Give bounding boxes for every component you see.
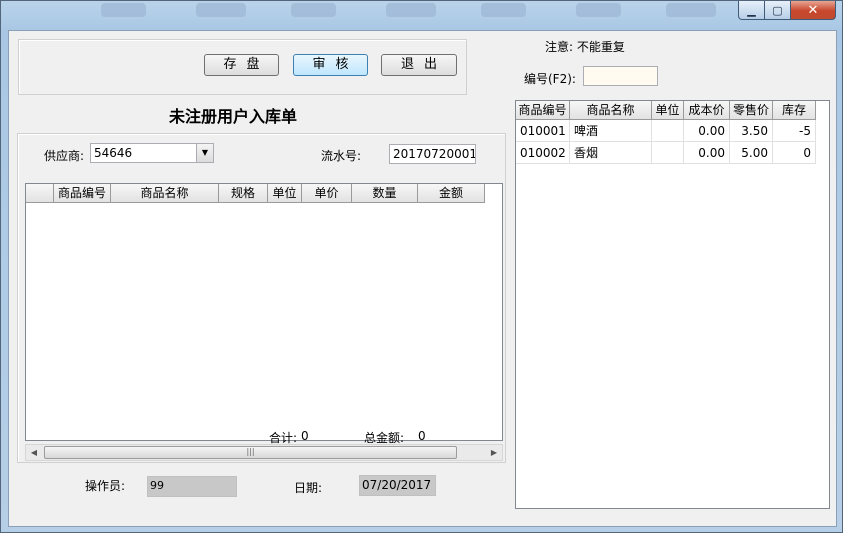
product-retail-cell: 3.50 (730, 120, 773, 142)
serial-label: 流水号: (321, 149, 362, 163)
product-retail-cell: 5.00 (730, 142, 773, 164)
entry-col-header[interactable]: 规格 (219, 184, 268, 203)
titlebar-blur (386, 3, 436, 17)
product-unit-cell (652, 120, 684, 142)
table-row[interactable]: 010002 香烟 0.00 5.00 0 (516, 142, 816, 164)
entry-col-header[interactable]: 金额 (418, 184, 485, 203)
audit-button[interactable]: 审核 (293, 54, 368, 76)
product-col-header[interactable]: 成本价 (684, 101, 730, 120)
product-cost-cell: 0.00 (684, 142, 730, 164)
window-controls: ▁ ▢ ✕ (738, 1, 836, 20)
close-icon: ✕ (807, 2, 819, 18)
scroll-thumb[interactable]: ||| (44, 446, 457, 459)
supplier-combo[interactable]: 54646 ▼ (90, 143, 214, 163)
scroll-left-icon[interactable]: ◀ (26, 445, 42, 460)
entry-table[interactable]: 商品编号 商品名称 规格 单位 单价 数量 金额 (25, 183, 503, 441)
supplier-label: 供应商: (44, 149, 85, 163)
titlebar-blur (196, 3, 246, 17)
entry-col-header[interactable]: 数量 (352, 184, 418, 203)
date-label: 日期: (294, 481, 323, 495)
product-name-cell: 啤酒 (570, 120, 652, 142)
product-code-cell: 010002 (516, 142, 570, 164)
form-title: 未注册用户入库单 (169, 107, 298, 126)
save-button[interactable]: 存盘 (204, 54, 279, 76)
minimize-button[interactable]: ▁ (738, 1, 765, 20)
operator-label: 操作员: (85, 479, 126, 493)
product-col-header[interactable]: 商品编号 (516, 101, 570, 120)
product-code-cell: 010001 (516, 120, 570, 142)
entry-col-header[interactable]: 商品编号 (54, 184, 111, 203)
table-row[interactable]: 010001 啤酒 0.00 3.50 -5 (516, 120, 816, 142)
titlebar-blur (576, 3, 621, 17)
chevron-down-icon[interactable]: ▼ (196, 144, 213, 162)
entry-horizontal-scrollbar[interactable]: ◀ ||| ▶ (25, 444, 503, 461)
operator-field: 99 (147, 476, 237, 497)
product-table-header: 商品编号 商品名称 单位 成本价 零售价 库存 (516, 101, 816, 120)
entry-col-header[interactable]: 单价 (302, 184, 352, 203)
entry-col-indicator (26, 184, 54, 203)
product-cost-cell: 0.00 (684, 120, 730, 142)
product-col-header[interactable]: 商品名称 (570, 101, 652, 120)
serial-input[interactable]: 20170720001 (389, 144, 476, 164)
titlebar-blur (101, 3, 146, 17)
total-amount-value: 0 (418, 429, 426, 443)
product-col-header[interactable]: 单位 (652, 101, 684, 120)
minimize-icon: ▁ (747, 3, 756, 17)
product-name-cell: 香烟 (570, 142, 652, 164)
supplier-value: 54646 (94, 146, 133, 160)
notice-text: 注意: 不能重复 (545, 40, 625, 54)
scroll-right-icon[interactable]: ▶ (486, 445, 502, 460)
entry-table-header: 商品编号 商品名称 规格 单位 单价 数量 金额 (26, 184, 485, 203)
app-window: ▁ ▢ ✕ 存盘 审核 退出 注意: 不能重复 编号(F2): 未注册用户入库单… (0, 0, 843, 533)
date-field: 07/20/2017 (359, 475, 436, 496)
product-table[interactable]: 商品编号 商品名称 单位 成本价 零售价 库存 010001 啤酒 0.00 3… (515, 100, 830, 509)
maximize-icon: ▢ (772, 3, 783, 17)
product-table-body: 010001 啤酒 0.00 3.50 -5 010002 香烟 0.00 5.… (516, 120, 816, 164)
entry-col-header[interactable]: 单位 (268, 184, 302, 203)
client-area: 存盘 审核 退出 注意: 不能重复 编号(F2): 未注册用户入库单 供应商: … (8, 30, 837, 527)
product-col-header[interactable]: 库存 (773, 101, 816, 120)
product-unit-cell (652, 142, 684, 164)
product-stock-cell: 0 (773, 142, 816, 164)
entry-col-header[interactable]: 商品名称 (111, 184, 219, 203)
titlebar-blur (291, 3, 336, 17)
close-button[interactable]: ✕ (791, 1, 836, 20)
product-stock-cell: -5 (773, 120, 816, 142)
product-col-header[interactable]: 零售价 (730, 101, 773, 120)
titlebar-blur (666, 3, 716, 17)
total-count-value: 0 (301, 429, 309, 443)
exit-button[interactable]: 退出 (381, 54, 457, 76)
code-input[interactable] (583, 66, 658, 86)
maximize-button[interactable]: ▢ (765, 1, 791, 20)
code-label: 编号(F2): (524, 72, 576, 86)
titlebar-blur (481, 3, 526, 17)
